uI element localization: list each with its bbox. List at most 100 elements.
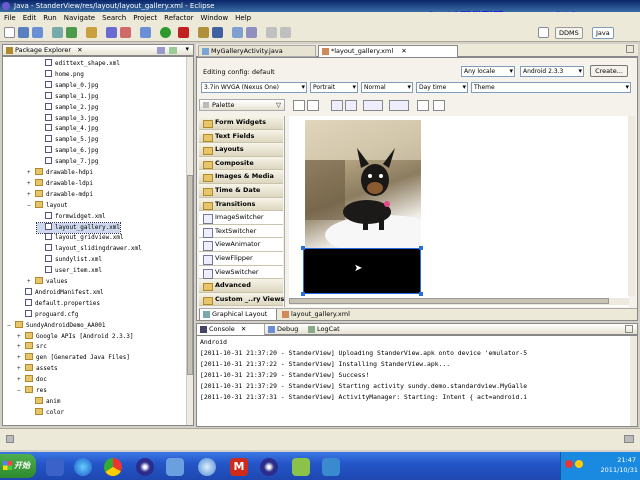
menu-project[interactable]: Project <box>133 12 157 24</box>
layout-canvas[interactable]: ➤ <box>289 116 629 307</box>
expand-toggle-icon[interactable]: + <box>17 353 24 364</box>
palette-category[interactable]: Custom _..ry Views <box>199 292 284 307</box>
tree-file[interactable]: sample_7.jpg <box>37 157 98 168</box>
avd-manager-icon[interactable] <box>66 27 77 38</box>
zoom-actual-icon[interactable] <box>433 100 445 111</box>
layout-toggle-icon[interactable] <box>293 100 305 111</box>
tree-file[interactable]: sample_4.jpg <box>37 124 98 135</box>
tree-folder[interactable]: + drawable-ldpi <box>27 178 93 190</box>
mindmanager-icon[interactable]: M <box>230 458 248 476</box>
tree-file[interactable]: edittext_shape.xml <box>37 59 120 70</box>
expand-toggle-icon[interactable]: + <box>17 375 24 386</box>
palette-widget[interactable]: TextSwitcher <box>199 224 283 239</box>
palette-widget[interactable]: ViewSwitcher <box>199 265 283 280</box>
canvas-hscroll[interactable] <box>289 298 629 305</box>
fill-height-icon[interactable] <box>345 100 357 111</box>
tree-file[interactable]: sample_1.jpg <box>37 91 98 103</box>
tree-scrollbar-thumb[interactable] <box>187 175 193 375</box>
tree-folder[interactable]: + src <box>17 342 47 353</box>
tree-file[interactable]: layout_gridview.xml <box>37 233 124 244</box>
search-icon[interactable] <box>212 27 223 38</box>
close-icon[interactable]: ✕ <box>77 46 82 54</box>
menu-edit[interactable]: Edit <box>23 12 37 24</box>
palette-widget[interactable]: ImageSwitcher <box>199 211 283 225</box>
tree-file[interactable]: home.png <box>37 69 84 81</box>
collapse-all-icon[interactable] <box>157 47 165 54</box>
network-icon[interactable] <box>322 458 340 476</box>
tree-folder[interactable]: + doc <box>17 375 47 386</box>
perspective-ddms[interactable]: DDMS <box>555 27 583 39</box>
resize-handle[interactable] <box>419 246 423 250</box>
menu-navigate[interactable]: Navigate <box>64 12 95 24</box>
console-output[interactable]: Android [2011-10-31 21:37:20 - StanderVi… <box>196 335 638 427</box>
android-icon[interactable] <box>292 458 310 476</box>
menu-help[interactable]: Help <box>235 12 251 24</box>
menu-file[interactable]: File <box>4 12 16 24</box>
link-editor-icon[interactable] <box>169 47 177 54</box>
tree-folder[interactable]: + drawable-mdpi <box>27 189 93 201</box>
app-icon[interactable] <box>166 458 184 476</box>
chrome-icon[interactable] <box>104 458 122 476</box>
target-select[interactable]: Android 2.3.3 <box>520 66 584 77</box>
new-class-icon[interactable] <box>106 27 117 38</box>
tree-folder[interactable]: color <box>27 407 64 419</box>
tree-folder[interactable]: + values <box>27 277 68 288</box>
expand-toggle-icon[interactable]: − <box>17 386 24 397</box>
run-icon[interactable] <box>160 27 171 38</box>
palette-category[interactable]: Images & Media <box>199 170 283 184</box>
gravity-icon[interactable] <box>389 100 409 111</box>
orientation-select[interactable]: Portrait <box>310 82 358 93</box>
expand-toggle-icon[interactable]: + <box>17 342 24 353</box>
android-sdk-icon[interactable] <box>52 27 63 38</box>
device-select[interactable]: 3.7in WVGA (Nexus One) <box>201 82 307 93</box>
palette-category[interactable]: Transitions <box>199 197 283 212</box>
safari-icon[interactable] <box>198 458 216 476</box>
palette-category[interactable]: Layouts <box>199 143 283 157</box>
tree-folder[interactable]: − layout <box>27 200 68 212</box>
palette-category[interactable]: Time & Date <box>199 184 283 198</box>
expand-toggle-icon[interactable]: + <box>27 168 34 179</box>
tree-file[interactable]: default.properties <box>17 298 100 310</box>
tree-folder[interactable]: − res <box>17 386 47 397</box>
palette-widget[interactable]: ViewFlipper <box>199 252 283 266</box>
tree-file[interactable]: proguard.cfg <box>17 309 78 321</box>
margins-icon[interactable] <box>363 100 383 111</box>
tree-file[interactable]: sample_0.jpg <box>37 80 98 92</box>
menu-run[interactable]: Run <box>43 12 56 24</box>
tree-folder[interactable]: + drawable-hdpi <box>27 168 93 179</box>
start-button[interactable]: 开始 <box>0 454 36 478</box>
next-annotation-icon[interactable] <box>246 27 257 38</box>
tree-file[interactable]: + Google APIs [Android 2.3.3] <box>17 331 134 343</box>
external-tools-icon[interactable] <box>178 27 189 38</box>
print-icon[interactable] <box>32 27 43 38</box>
open-type-icon[interactable] <box>198 27 209 38</box>
tree-file[interactable]: sample_3.jpg <box>37 113 98 125</box>
view-menu-icon[interactable]: ▾ <box>185 45 189 53</box>
tree-scrollbar[interactable] <box>186 57 193 425</box>
expand-toggle-icon[interactable]: − <box>27 201 34 212</box>
fast-view-icon[interactable] <box>6 435 14 443</box>
tree-file[interactable]: formwidget.xml <box>37 211 106 223</box>
tree-file[interactable]: sample_6.jpg <box>37 146 98 157</box>
canvas-vscroll[interactable] <box>628 116 635 296</box>
palette-category[interactable]: Form Widgets <box>199 116 283 130</box>
palette-menu-icon[interactable]: ▽ <box>276 100 281 110</box>
close-icon[interactable]: ✕ <box>401 47 406 55</box>
show-desktop-icon[interactable] <box>46 458 64 476</box>
minimize-icon[interactable] <box>625 325 633 333</box>
zoom-fit-icon[interactable] <box>417 100 429 111</box>
palette-widget[interactable]: ViewAnimator <box>199 238 283 252</box>
perspective-java[interactable]: Java <box>592 27 614 39</box>
tab-graphical-layout[interactable]: Graphical Layout <box>199 309 277 321</box>
open-perspective-icon[interactable] <box>538 27 549 38</box>
menu-search[interactable]: Search <box>102 12 126 24</box>
tree-folder[interactable]: anim <box>27 396 60 408</box>
tree-file[interactable]: layout_gallery.xml <box>35 221 122 235</box>
menu-refactor[interactable]: Refactor <box>164 12 193 24</box>
close-icon[interactable]: ✕ <box>241 325 246 333</box>
expand-toggle-icon[interactable]: + <box>17 364 24 375</box>
density-select[interactable]: Normal <box>361 82 413 93</box>
console-scrollbar[interactable] <box>630 336 637 426</box>
annotation-icon[interactable] <box>232 27 243 38</box>
eclipse-2-icon[interactable] <box>260 458 278 476</box>
